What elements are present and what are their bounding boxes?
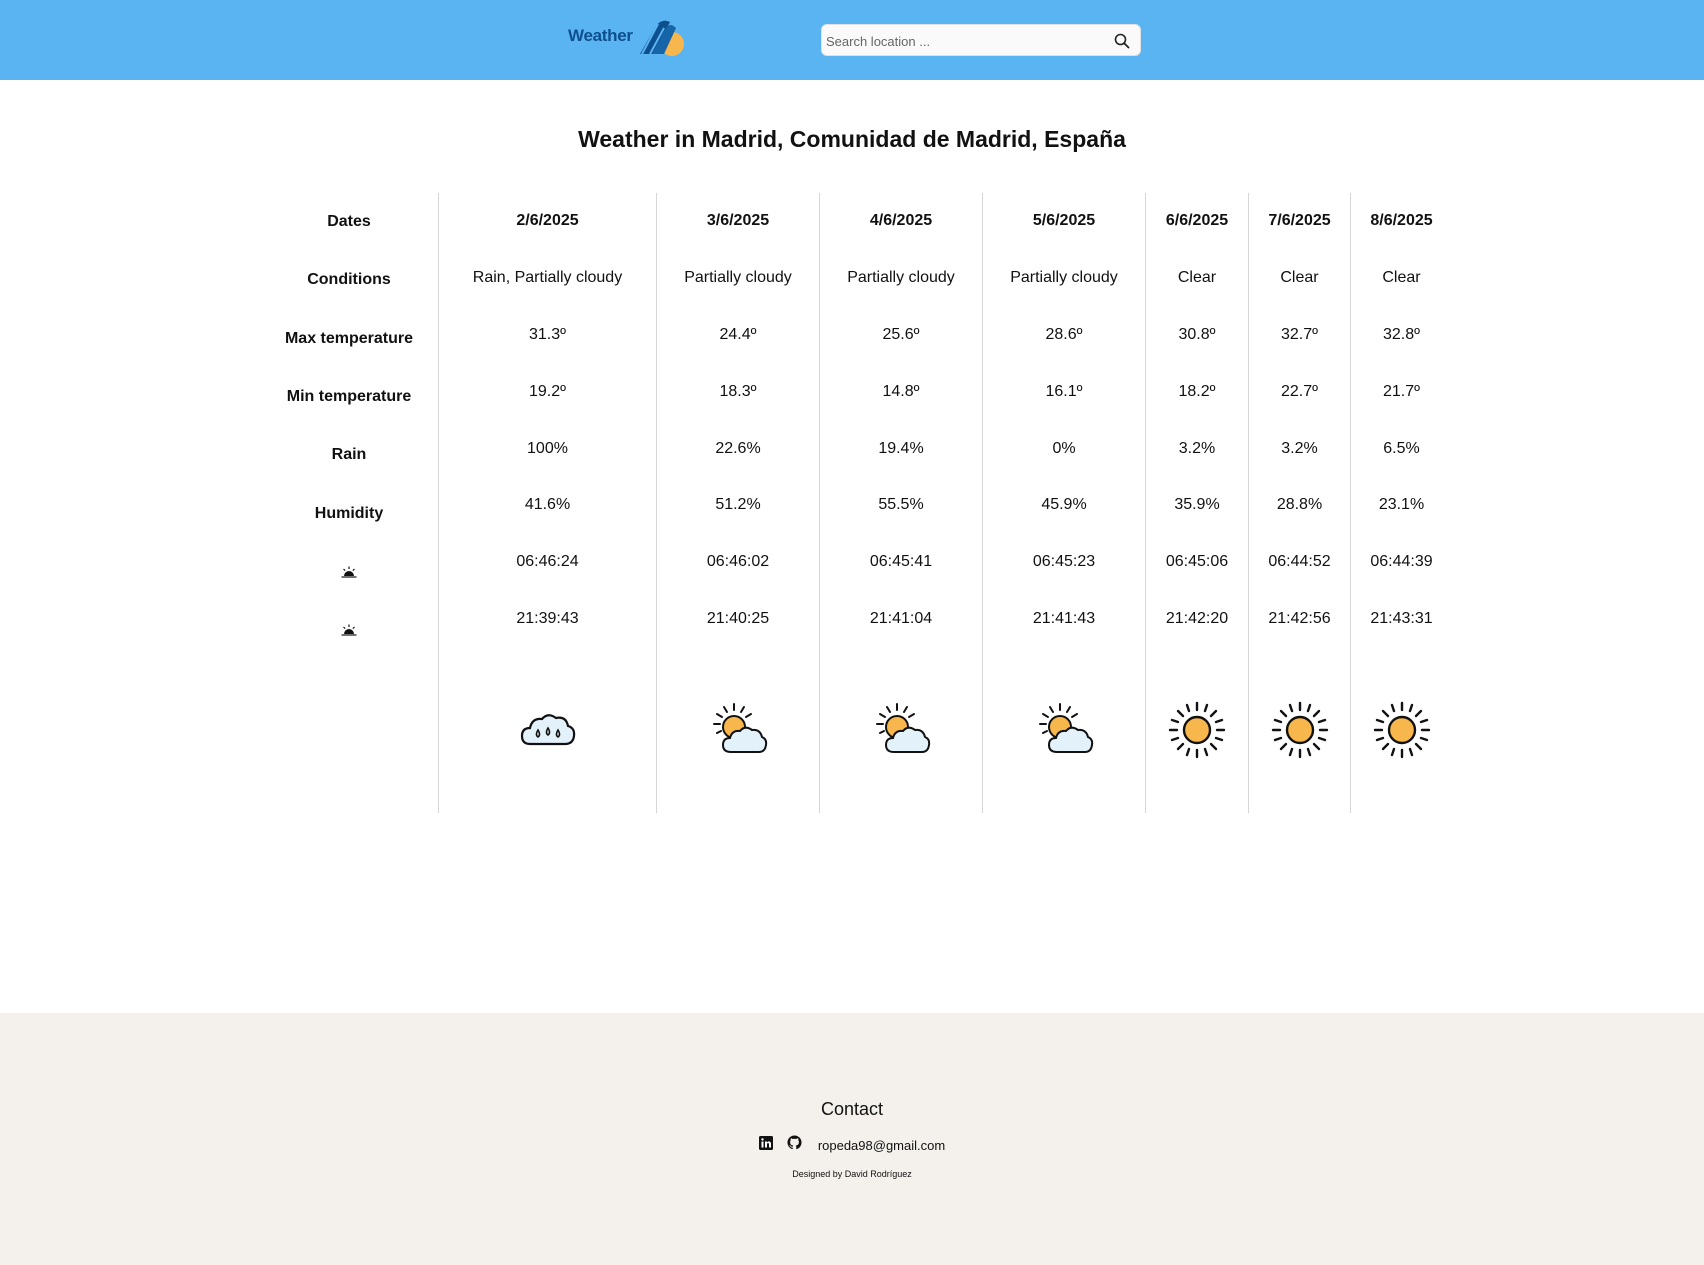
forecast-table: Dates Conditions Max temperature Min tem…: [260, 193, 1452, 813]
logo-mark-icon: [640, 20, 684, 56]
contact-title: Contact: [820, 1099, 884, 1119]
day-column: 8/6/2025 Clear 32.8º 21.7º 6.5% 23.1% 06…: [1350, 193, 1452, 813]
footer: Contact ropeda98@gmail.com Designed by D…: [0, 1013, 1704, 1265]
day-conditions: Partially cloudy: [847, 269, 955, 287]
day-conditions: Partially cloudy: [1010, 269, 1118, 287]
row-label-max-temperature: Max temperature: [284, 329, 414, 347]
sunrise-icon: [341, 543, 357, 601]
day-date: 8/6/2025: [1370, 212, 1433, 230]
day-max-temperature: 32.8º: [1383, 325, 1420, 343]
day-sunrise: 06:45:23: [1032, 553, 1096, 571]
linkedin-icon[interactable]: [758, 1135, 773, 1155]
day-conditions: Clear: [1280, 269, 1319, 287]
day-sunrise: 06:46:24: [516, 553, 579, 571]
day-sunrise: 06:44:39: [1370, 553, 1433, 571]
day-rain: 3.2%: [1178, 439, 1216, 457]
day-conditions: Clear: [1382, 269, 1421, 287]
row-labels-column: Dates Conditions Max temperature Min tem…: [260, 193, 438, 813]
day-min-temperature: 21.7º: [1383, 382, 1420, 400]
day-date: 2/6/2025: [516, 212, 579, 230]
github-icon[interactable]: [787, 1135, 802, 1155]
day-column: 4/6/2025 Partially cloudy 25.6º 14.8º 19…: [819, 193, 982, 813]
day-rain: 6.5%: [1383, 439, 1420, 457]
day-humidity: 45.9%: [1041, 496, 1087, 514]
sun-icon: [1270, 647, 1330, 813]
day-date: 3/6/2025: [706, 212, 770, 230]
day-humidity: 51.2%: [715, 496, 761, 514]
day-date: 7/6/2025: [1268, 212, 1331, 230]
day-max-temperature: 30.8º: [1178, 325, 1216, 343]
search-input[interactable]: [826, 29, 1106, 53]
day-sunset: 21:39:43: [516, 609, 579, 627]
day-min-temperature: 18.2º: [1178, 382, 1216, 400]
day-column: 6/6/2025 Clear 30.8º 18.2º 3.2% 35.9% 06…: [1145, 193, 1248, 813]
sunset-icon: [341, 601, 357, 659]
day-rain: 100%: [527, 439, 568, 457]
day-humidity: 35.9%: [1174, 496, 1220, 514]
day-sunset: 21:42:56: [1268, 609, 1331, 627]
day-max-temperature: 28.6º: [1045, 325, 1083, 343]
day-column: 7/6/2025 Clear 32.7º 22.7º 3.2% 28.8% 06…: [1248, 193, 1350, 813]
row-label-rain: Rain: [331, 446, 367, 464]
day-conditions: Rain, Partially cloudy: [472, 269, 623, 287]
day-sunrise: 06:46:02: [706, 553, 770, 571]
row-label-conditions: Conditions: [307, 271, 391, 289]
designer-credit: Designed by David Rodríguez: [792, 1169, 912, 1179]
day-date: 6/6/2025: [1165, 212, 1229, 230]
day-sunset: 21:41:04: [869, 609, 933, 627]
partly-cloudy-icon: [707, 647, 769, 813]
day-column: 2/6/2025 Rain, Partially cloudy 31.3º 19…: [438, 193, 656, 813]
day-min-temperature: 19.2º: [529, 382, 566, 400]
day-sunset: 21:40:25: [706, 609, 770, 627]
day-humidity: 28.8%: [1276, 496, 1323, 514]
day-max-temperature: 32.7º: [1281, 325, 1318, 343]
day-rain: 0%: [1052, 439, 1076, 457]
day-sunrise: 06:44:52: [1268, 553, 1331, 571]
day-date: 4/6/2025: [869, 212, 933, 230]
day-sunset: 21:41:43: [1032, 609, 1096, 627]
email-link[interactable]: ropeda98@gmail.com: [818, 1138, 945, 1153]
logo[interactable]: Weather: [568, 16, 692, 60]
day-rain: 22.6%: [715, 439, 761, 457]
day-sunset: 21:42:20: [1165, 609, 1229, 627]
logo-text: Weather: [568, 26, 633, 45]
day-rain: 3.2%: [1281, 439, 1318, 457]
partly-cloudy-icon: [1033, 647, 1095, 813]
day-conditions: Partially cloudy: [684, 269, 792, 287]
day-max-temperature: 24.4º: [719, 325, 757, 343]
day-max-temperature: 31.3º: [529, 325, 566, 343]
day-humidity: 23.1%: [1378, 496, 1425, 514]
row-label-dates: Dates: [327, 213, 371, 231]
day-sunrise: 06:45:41: [869, 553, 933, 571]
day-conditions: Clear: [1177, 269, 1217, 287]
rain-cloud-icon: [518, 647, 578, 813]
day-rain: 19.4%: [878, 439, 924, 457]
day-max-temperature: 25.6º: [882, 325, 920, 343]
day-humidity: 55.5%: [878, 496, 924, 514]
day-date: 5/6/2025: [1032, 212, 1096, 230]
day-humidity: 41.6%: [524, 496, 571, 514]
day-column: 3/6/2025 Partially cloudy 24.4º 18.3º 22…: [656, 193, 819, 813]
search-icon[interactable]: [1112, 31, 1132, 51]
day-min-temperature: 16.1º: [1045, 382, 1083, 400]
sun-icon: [1167, 647, 1227, 813]
header: Weather: [0, 0, 1704, 80]
day-min-temperature: 14.8º: [882, 382, 920, 400]
day-min-temperature: 18.3º: [719, 382, 757, 400]
day-sunset: 21:43:31: [1370, 609, 1433, 627]
contact-links: ropeda98@gmail.com: [0, 1135, 1704, 1155]
search-box: [821, 24, 1141, 56]
row-label-humidity: Humidity: [314, 504, 384, 522]
row-label-min-temperature: Min temperature: [286, 388, 412, 406]
day-column: 5/6/2025 Partially cloudy 28.6º 16.1º 0%…: [982, 193, 1145, 813]
day-min-temperature: 22.7º: [1281, 382, 1318, 400]
page-title: Weather in Madrid, Comunidad de Madrid, …: [578, 126, 1126, 152]
partly-cloudy-icon: [870, 647, 932, 813]
sun-icon: [1372, 647, 1432, 813]
day-sunrise: 06:45:06: [1165, 553, 1229, 571]
